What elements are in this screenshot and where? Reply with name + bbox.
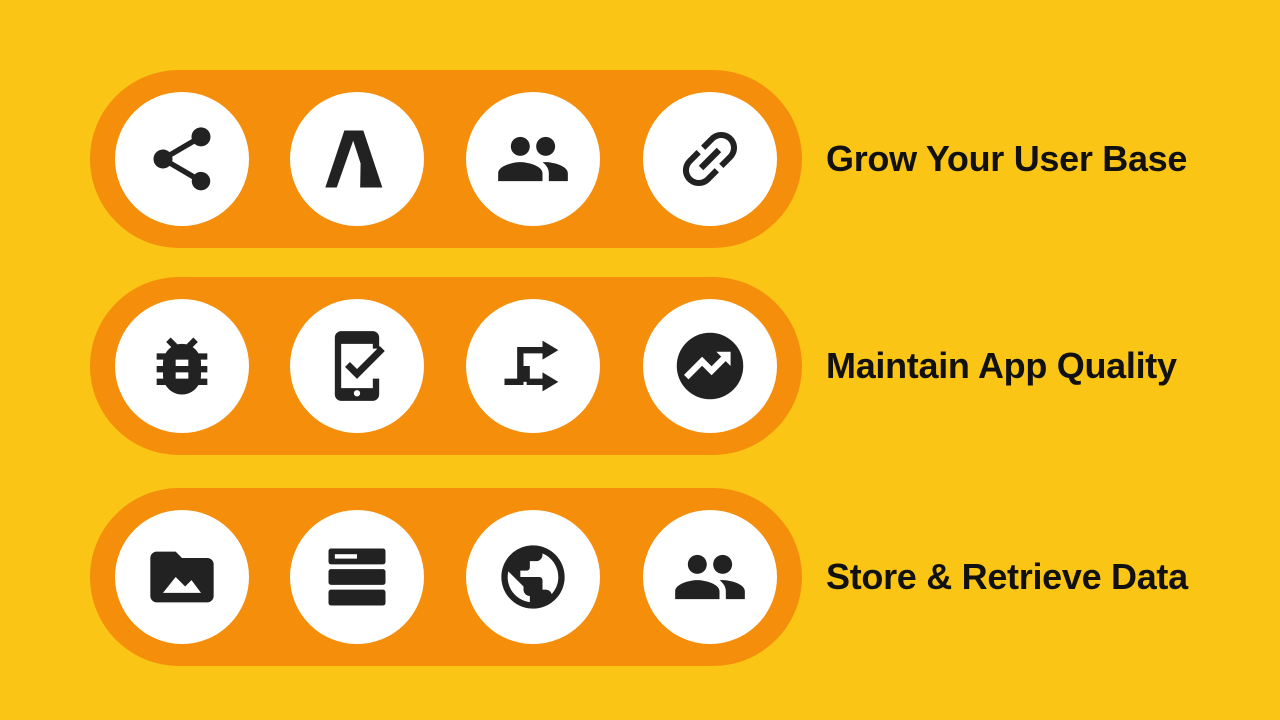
share-icon [115, 92, 249, 226]
feature-row-data: Store & Retrieve Data [90, 488, 1280, 666]
globe-icon [466, 510, 600, 644]
shuffle-arrows-icon [466, 299, 600, 433]
row-label: Maintain App Quality [826, 345, 1177, 386]
people-icon [466, 92, 600, 226]
mobile-check-icon [290, 299, 424, 433]
row-label: Grow Your User Base [826, 138, 1188, 179]
ads-icon [290, 92, 424, 226]
storage-icon [290, 510, 424, 644]
bug-icon [115, 299, 249, 433]
row-label: Store & Retrieve Data [826, 556, 1188, 597]
feature-row-quality: Maintain App Quality [90, 277, 1280, 455]
trending-up-icon [643, 299, 777, 433]
feature-row-grow: Grow Your User Base [90, 70, 1280, 248]
folder-image-icon [115, 510, 249, 644]
people-icon [643, 510, 777, 644]
link-icon [643, 92, 777, 226]
